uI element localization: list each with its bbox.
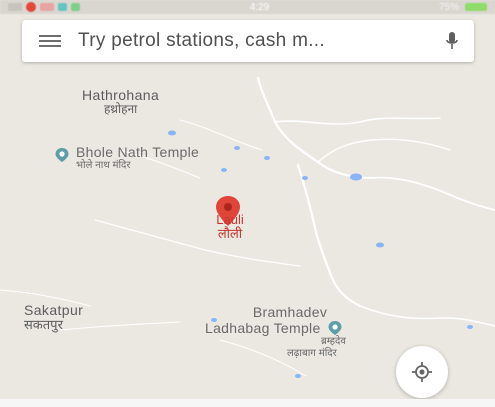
poi-bramhadev-ladhabag-temple[interactable]: Bramhadev Ladhabag Temple ब्रम्हदेव लढ़ा… [205, 304, 405, 359]
water-body [264, 156, 270, 160]
poi-name-en-line2: Ladhabag Temple [205, 320, 321, 337]
hamburger-icon [39, 35, 61, 47]
temple-icon [55, 148, 69, 162]
water-body [467, 325, 473, 329]
poi-bhole-nath-temple[interactable]: Bhole Nath Temple भोले नाथ मंदिर [54, 144, 200, 172]
road-5 [317, 138, 451, 163]
pin-name-hi: लौली [217, 226, 243, 242]
my-location-icon [412, 362, 432, 382]
poi-name-en: Bhole Nath Temple [76, 144, 200, 160]
water-body [376, 242, 384, 248]
road-2 [371, 176, 495, 211]
place-name-en: Hathrohana [82, 87, 160, 103]
poi-name-hi: भोले नाथ मंदिर [76, 160, 131, 172]
place-name-en: Sakatpur [24, 302, 84, 318]
place-label-sakatpur[interactable]: Sakatpur सकतपुर [24, 302, 83, 333]
water-body [168, 130, 176, 136]
road-3 [274, 117, 441, 125]
poi-name-hi-line1: ब्रम्हदेव [321, 336, 346, 348]
water-body [234, 146, 240, 150]
road-4 [296, 163, 362, 308]
my-location-button[interactable] [396, 346, 448, 398]
temple-icon [328, 321, 342, 336]
road-7 [94, 219, 301, 267]
search-bar[interactable]: Try petrol stations, cash m... [22, 20, 474, 62]
place-name-hi: हथ्रोहना [103, 102, 138, 117]
poi-name-hi-line2: लढ़ाबाग मंदिर [287, 347, 337, 359]
water-body [302, 176, 308, 180]
pin-name-en: Lauli [216, 212, 244, 227]
place-label-hathrohana[interactable]: Hathrohana हथ्रोहना [82, 87, 159, 117]
map-screen: 4:29 75% Try petrol stations, cash m... … [0, 0, 495, 407]
menu-button[interactable] [22, 20, 78, 62]
road-1 [256, 76, 374, 180]
water-body [295, 374, 301, 378]
place-name-hi: सकतपुर [24, 317, 63, 333]
water-body [221, 168, 227, 172]
voice-search-button[interactable] [430, 20, 474, 62]
mic-icon [446, 32, 458, 49]
search-input[interactable]: Try petrol stations, cash m... [78, 30, 430, 52]
pin-label-lauli[interactable]: Lauli लौली [200, 212, 260, 242]
bottom-sheet-edge [0, 399, 495, 407]
poi-name-en-line1: Bramhadev [252, 304, 328, 320]
water-body [350, 173, 362, 181]
